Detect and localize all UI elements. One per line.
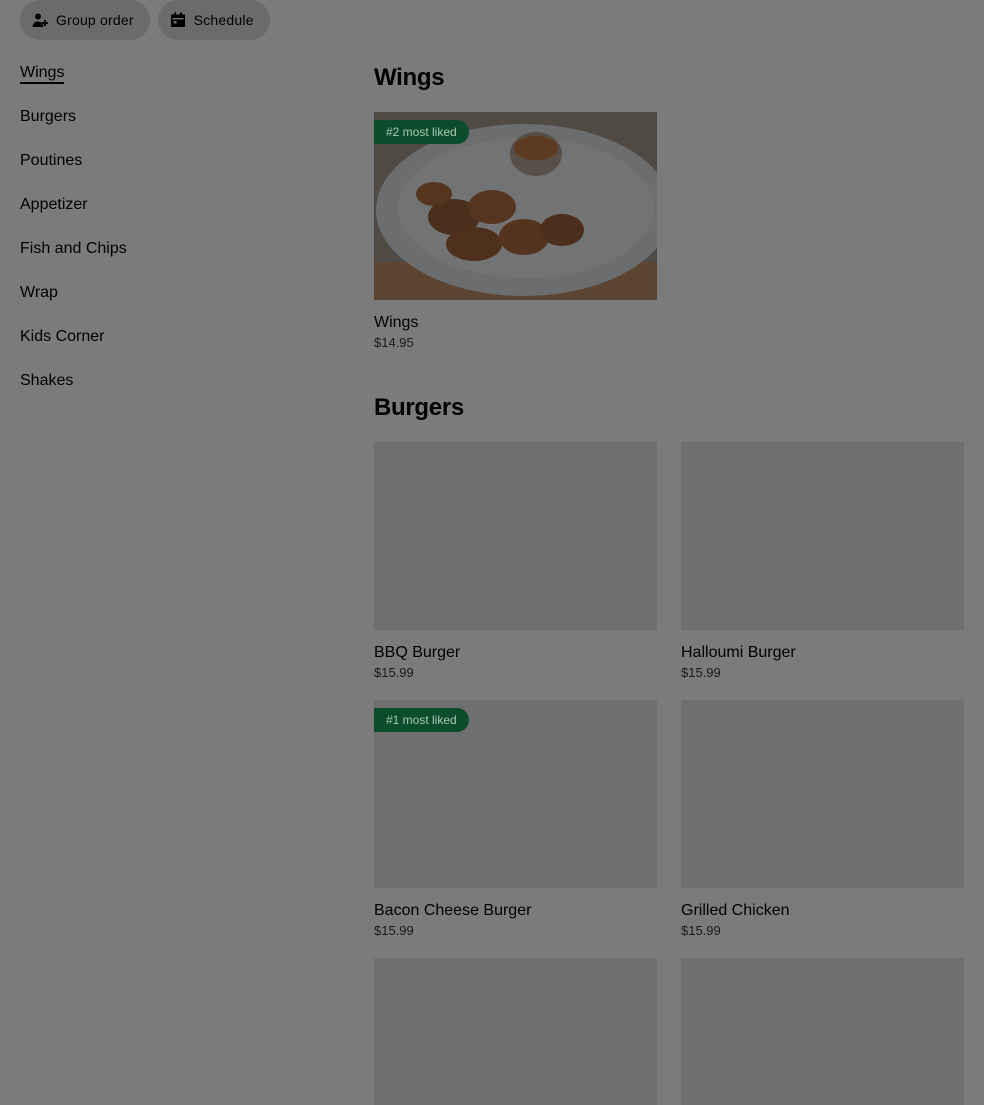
most-liked-badge: #2 most liked [374, 120, 469, 144]
most-liked-badge: #1 most liked [374, 708, 469, 732]
menu-item-card[interactable] [374, 958, 657, 1105]
item-name: Halloumi Burger [681, 644, 796, 661]
schedule-button[interactable]: Schedule [157, 0, 270, 40]
sidebar-item-label: Kids Corner [20, 328, 105, 345]
sidebar-item-poutines[interactable]: Poutines [20, 150, 320, 194]
item-image-placeholder [374, 958, 657, 1105]
menu-item-card[interactable]: Grilled Chicken $15.99 [681, 700, 964, 939]
add-person-icon [32, 12, 48, 28]
item-price: $15.99 [374, 923, 414, 938]
menu-item-card[interactable]: #2 most liked Wings $14.95 [374, 112, 657, 351]
sidebar-item-label: Appetizer [20, 196, 88, 213]
menu-item-card[interactable] [681, 958, 964, 1105]
item-price: $15.99 [374, 665, 414, 680]
sidebar-item-wrap[interactable]: Wrap [20, 282, 320, 326]
item-name: Wings [374, 314, 419, 331]
sidebar-item-kids-corner[interactable]: Kids Corner [20, 326, 320, 370]
sidebar-item-appetizer[interactable]: Appetizer [20, 194, 320, 238]
category-sidebar: Wings Burgers Poutines Appetizer Fish an… [20, 62, 320, 414]
sidebar-item-label: Burgers [20, 108, 77, 125]
item-image-placeholder [681, 442, 964, 630]
item-price: $15.99 [681, 665, 721, 680]
sidebar-item-label: Poutines [20, 152, 83, 169]
menu-item-card[interactable]: #1 most liked Bacon Cheese Burger $15.99 [374, 700, 657, 939]
sidebar-item-fish-and-chips[interactable]: Fish and Chips [20, 238, 320, 282]
sidebar-item-label: Wings [20, 64, 65, 84]
item-image-placeholder [681, 700, 964, 888]
item-name: Bacon Cheese Burger [374, 902, 532, 919]
item-image-placeholder: #1 most liked [374, 700, 657, 888]
sidebar-item-label: Wrap [20, 284, 58, 301]
item-image-placeholder [681, 958, 964, 1105]
menu-item-card[interactable]: Halloumi Burger $15.99 [681, 442, 964, 681]
section-title-burgers: Burgers [374, 394, 464, 421]
sidebar-item-burgers[interactable]: Burgers [20, 106, 320, 150]
sidebar-item-label: Shakes [20, 372, 74, 389]
sidebar-item-shakes[interactable]: Shakes [20, 370, 320, 414]
calendar-icon [170, 12, 186, 28]
group-order-label: Group order [56, 12, 134, 28]
item-name: Grilled Chicken [681, 902, 790, 919]
group-order-button[interactable]: Group order [20, 0, 150, 40]
item-price: $15.99 [681, 923, 721, 938]
schedule-label: Schedule [193, 12, 254, 28]
item-price: $14.95 [374, 335, 414, 350]
section-title-wings: Wings [374, 64, 445, 91]
item-photo: #2 most liked [374, 112, 657, 300]
sidebar-item-wings[interactable]: Wings [20, 62, 320, 106]
item-name: BBQ Burger [374, 644, 461, 661]
item-image-placeholder [374, 442, 657, 630]
sidebar-item-label: Fish and Chips [20, 240, 127, 257]
top-action-bar: Group order Schedule [20, 0, 270, 40]
menu-item-card[interactable]: BBQ Burger $15.99 [374, 442, 657, 681]
